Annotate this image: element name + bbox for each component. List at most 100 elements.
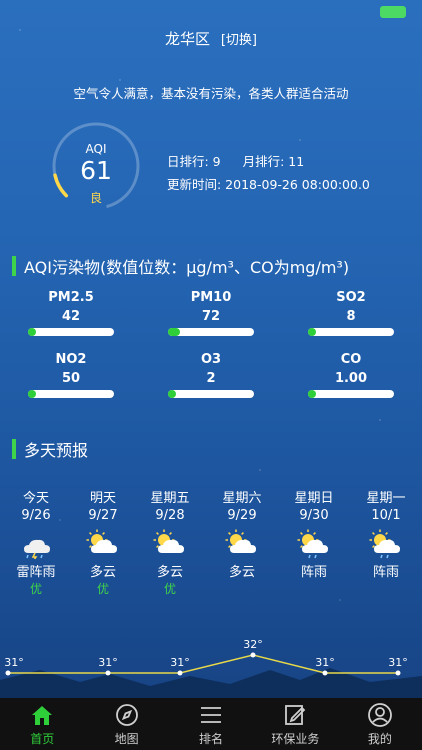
section-marker: [12, 439, 16, 459]
temperature-label: 31°: [98, 656, 118, 669]
temperature-point: [322, 670, 328, 676]
pollutant-level-bar: [28, 328, 114, 336]
forecast-date: 9/30: [299, 508, 329, 523]
pollutant-value: 1.00: [334, 371, 368, 386]
forecast-day-name: 今天: [22, 491, 49, 506]
forecast-weather: 多云: [228, 565, 255, 580]
temperature-label: 31°: [388, 656, 408, 669]
forecast-day: 明天 9/27 多云优: [73, 487, 133, 597]
forecast-date: 9/27: [88, 508, 118, 523]
forecast-weather: 阵雨: [372, 565, 399, 580]
list-icon: [198, 702, 224, 730]
temperature-label: 32°: [243, 638, 263, 651]
forecast-day: 星期五 9/28 多云优: [140, 487, 200, 597]
pollutant-name: PM10: [190, 290, 232, 305]
aqi-label: AQI: [85, 142, 107, 156]
pollutant-level-fill: [168, 390, 176, 398]
forecast-title-text: 多天预报: [24, 441, 89, 460]
forecast-air-quality: 优: [163, 582, 176, 596]
forecast-weather: 雷阵雨: [16, 565, 56, 580]
temperature-point: [105, 670, 111, 676]
forecast-day: 今天 9/26 雷阵雨优: [6, 487, 66, 597]
air-quality-summary: 空气令人满意，基本没有污染，各类人群适合活动: [73, 86, 349, 101]
section-marker: [12, 256, 16, 276]
pollutants-section-title: AQI污染物(数值位数：μg/m³、CO为mg/m³): [12, 254, 349, 278]
bottom-tab-bar: 首页 地图 排名 环保业务 我的: [0, 698, 422, 750]
tab-label: 我的: [367, 731, 392, 746]
pollutant-item: PM2.5 42: [28, 290, 114, 336]
pollutant-value: 8: [346, 309, 356, 324]
tab-label: 环保业务: [271, 731, 320, 746]
month-rank: 月排行: 11: [242, 154, 305, 169]
temperature-point: [5, 670, 11, 676]
aqi-value: 61: [80, 156, 112, 185]
user-icon: [367, 702, 393, 730]
pollutant-value: 72: [201, 309, 221, 324]
pollutant-level-fill: [28, 328, 36, 336]
pollutant-item: NO2 50: [28, 352, 114, 398]
pollutant-name: O3: [200, 352, 222, 367]
switch-location-button[interactable]: [切换]: [221, 33, 257, 48]
tab-edit[interactable]: 环保业务: [253, 698, 337, 750]
day-rank: 日排行: 9: [167, 154, 221, 169]
forecast-day-name: 明天: [89, 491, 116, 506]
location-header: 龙华区 [切换]: [0, 28, 422, 49]
temperature-label: 31°: [315, 656, 335, 669]
forecast-day: 星期六 9/29 多云: [212, 487, 272, 580]
forecast-air-quality: 优: [29, 582, 42, 596]
tab-label: 地图: [114, 731, 139, 746]
forecast-weather: 阵雨: [300, 565, 327, 580]
temperature-line-chart: 31° 31° 31° 32° 31° 31°: [4, 638, 408, 676]
partly-cloudy-icon: [73, 527, 133, 559]
forecast-weather: 多云: [89, 565, 116, 580]
home-icon: [29, 702, 55, 730]
pollutant-level-bar: [308, 328, 394, 336]
tab-compass[interactable]: 地图: [84, 698, 168, 750]
forecast-section-title: 多天预报: [12, 437, 88, 461]
forecast-date: 9/29: [227, 508, 257, 523]
battery-icon: [380, 6, 406, 18]
forecast-date: 9/28: [155, 508, 185, 523]
temperature-point: [250, 652, 256, 658]
pollutant-item: PM10 72: [168, 290, 254, 336]
partly-cloudy-icon: [212, 527, 272, 559]
tab-home[interactable]: 首页: [0, 698, 84, 750]
compass-icon: [114, 702, 140, 730]
forecast-weather: 多云: [156, 565, 183, 580]
temperature-point: [177, 670, 183, 676]
pollutant-level-bar: [28, 390, 114, 398]
pollutant-level-bar: [308, 390, 394, 398]
thunderstorm-icon: [6, 527, 66, 559]
temperature-point: [395, 670, 401, 676]
pollutant-value: 42: [61, 309, 81, 324]
pollutant-item: CO 1.00: [308, 352, 394, 398]
aqi-level: 良: [89, 191, 102, 205]
forecast-day-name: 星期一: [366, 491, 406, 506]
pollutant-level-bar: [168, 328, 254, 336]
pollutant-level-fill: [168, 328, 181, 336]
tab-label: 首页: [30, 731, 55, 746]
temperature-label: 31°: [170, 656, 190, 669]
pollutant-item: SO2 8: [308, 290, 394, 336]
pollutant-level-fill: [308, 390, 316, 398]
edit-icon: [282, 702, 308, 730]
tab-list[interactable]: 排名: [169, 698, 253, 750]
shower-icon: [284, 527, 344, 559]
pollutant-name: SO2: [336, 290, 366, 305]
tab-user[interactable]: 我的: [338, 698, 422, 750]
forecast-day-name: 星期日: [294, 491, 334, 506]
shower-icon: [356, 527, 416, 559]
pollutant-level-fill: [28, 390, 36, 398]
pollutants-title-text: AQI污染物(数值位数：μg/m³、CO为mg/m³): [24, 258, 350, 277]
pollutant-value: 50: [61, 371, 81, 386]
update-time: 更新时间: 2018-09-26 08:00:00.0: [167, 177, 370, 192]
pollutant-name: PM2.5: [48, 290, 94, 305]
temperature-line: [8, 654, 398, 674]
pollutant-item: O3 2: [168, 352, 254, 398]
forecast-date: 10/1: [371, 508, 401, 523]
pollutant-level-bar: [168, 390, 254, 398]
location-name: 龙华区: [165, 30, 211, 48]
forecast-air-quality: 优: [96, 582, 109, 596]
pollutant-name: NO2: [55, 352, 87, 367]
temperature-label: 31°: [4, 656, 24, 669]
